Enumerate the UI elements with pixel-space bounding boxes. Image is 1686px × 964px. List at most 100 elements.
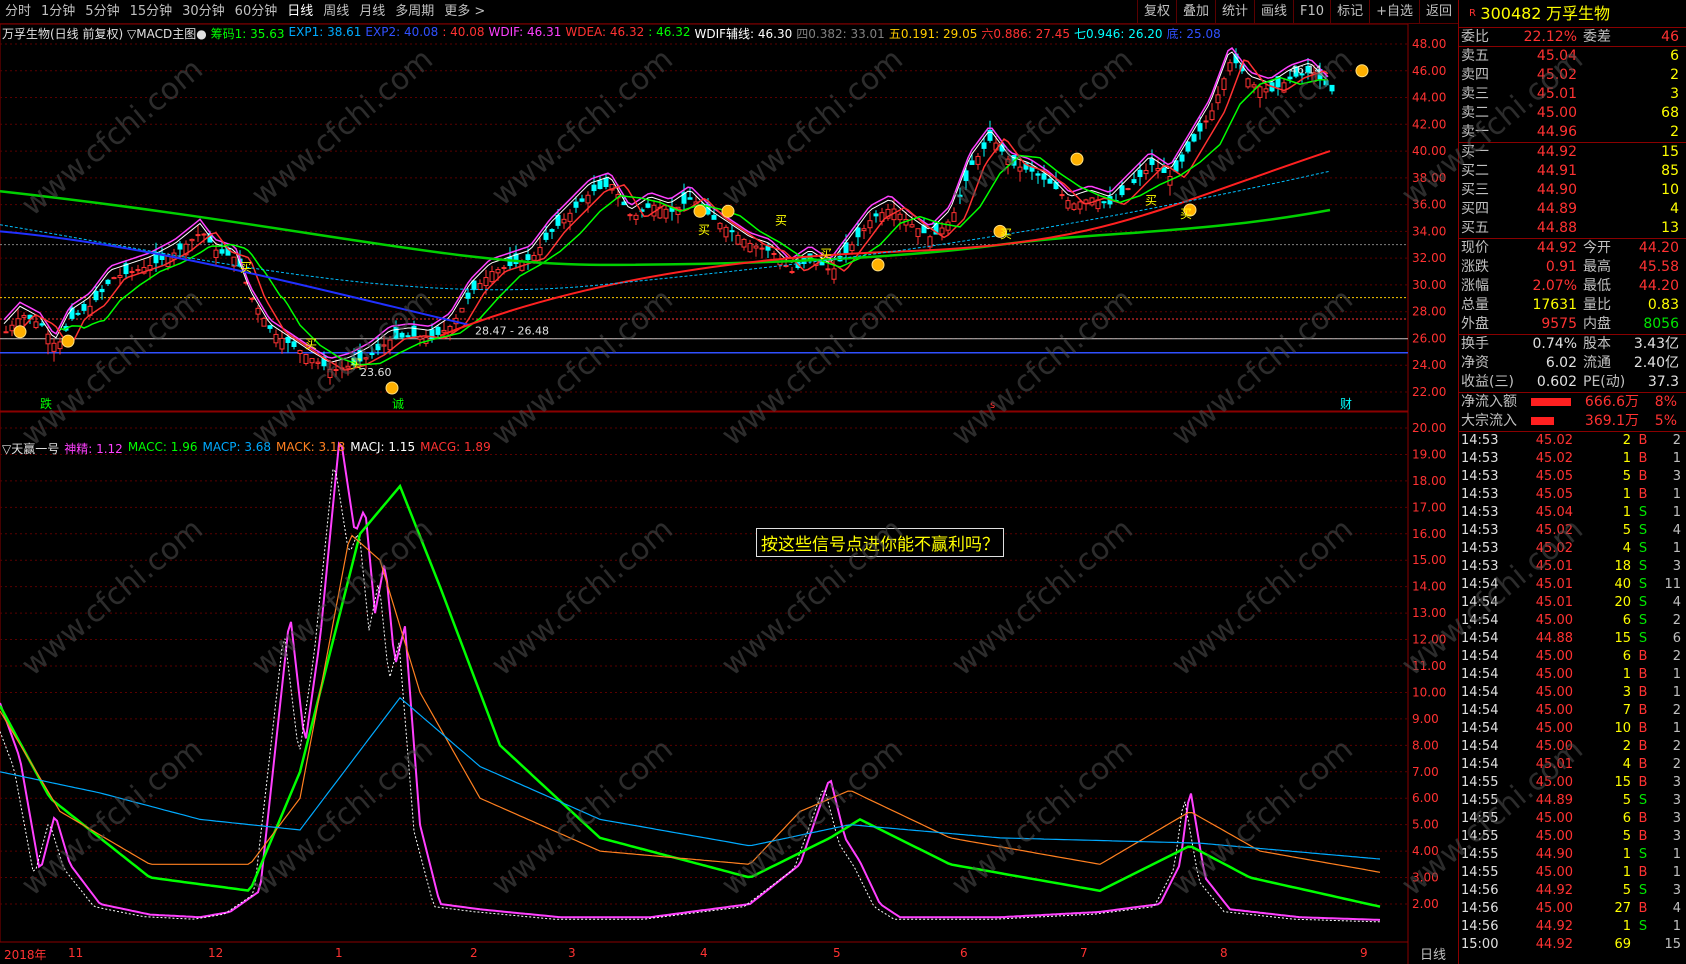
candle-body: [1101, 201, 1107, 204]
candle-body: [543, 232, 549, 240]
tick-list[interactable]: 14:53 45.02 2 B 2 14:53 45.02 1 B 1 14:53 45.05 5 B 3 1…: [1459, 432, 1686, 954]
candle-body: [219, 249, 225, 254]
tick-time: 14:53: [1461, 433, 1499, 448]
candle-body: [1041, 173, 1047, 180]
candle-body: [1287, 76, 1293, 80]
candle-body: [531, 254, 537, 261]
toolbar-button-7[interactable]: 返回: [1418, 0, 1458, 24]
tick-time: 14:54: [1461, 613, 1499, 628]
bids-label: 买四: [1461, 201, 1489, 217]
signal-dot[interactable]: [385, 381, 399, 395]
toolbar-button-2[interactable]: 统计: [1215, 0, 1254, 24]
period-tab-3[interactable]: 15分钟: [125, 0, 178, 24]
signal-dot[interactable]: [693, 204, 707, 218]
candle-body: [327, 368, 333, 379]
tick-volume: 6: [1622, 811, 1631, 826]
asks-volume: 2: [1670, 67, 1679, 83]
period-tab-6[interactable]: 日线: [282, 0, 318, 24]
asks-label: 卖二: [1461, 105, 1489, 121]
candle-body: [627, 214, 633, 217]
upper-axis-tick: 34.00: [1412, 224, 1446, 238]
candle-body: [981, 142, 987, 149]
upper-legend-title[interactable]: 万孚生物(日线 前复权) ▽MACD主图●: [2, 25, 207, 41]
period-tab-10[interactable]: 更多 >: [439, 0, 490, 24]
tick-price: 45.00: [1535, 739, 1573, 754]
candle-body: [573, 201, 579, 208]
candle-body: [975, 155, 981, 165]
upper-legend-item: WDEA: 46.32: [565, 25, 645, 39]
tick-count: 3: [1672, 793, 1681, 808]
tick-time: 14:53: [1461, 541, 1499, 556]
stat2-label: 流通: [1583, 355, 1611, 371]
tick-row: 14:56 44.92 1 S 1: [1459, 918, 1686, 936]
candle-body: [375, 343, 381, 351]
period-tab-4[interactable]: 30分钟: [177, 0, 230, 24]
period-tab-1[interactable]: 1分钟: [36, 0, 80, 24]
period-tab-9[interactable]: 多周期: [390, 0, 439, 24]
toolbar-button-6[interactable]: +自选: [1369, 0, 1419, 24]
toolbar-button-5[interactable]: 标记: [1330, 0, 1369, 24]
tick-side: S: [1638, 919, 1648, 934]
date-tick: 5: [833, 946, 841, 960]
tick-count: 1: [1672, 487, 1681, 502]
tick-price: 45.02: [1535, 541, 1573, 556]
signal-dot[interactable]: [13, 325, 27, 339]
asks-row: 卖一 44.96 2: [1459, 123, 1686, 142]
bids-volume: 15: [1661, 144, 1679, 160]
toolbar-button-1[interactable]: 叠加: [1175, 0, 1215, 24]
tick-volume: 4: [1622, 541, 1631, 556]
event-marker-small[interactable]: s: [990, 400, 995, 411]
tick-price: 45.02: [1535, 451, 1573, 466]
app-window: 分时 1分钟 5分钟 15分钟 30分钟 60分钟 日线 周线 月线 多周期 更多 > 复权 叠加 统计…: [0, 0, 1686, 964]
tick-volume: 10: [1614, 721, 1631, 736]
candle-body: [93, 290, 99, 301]
tick-count: 3: [1672, 883, 1681, 898]
tick-count: 1: [1672, 667, 1681, 682]
lower-axis-tick: 20.00: [1412, 421, 1446, 435]
event-marker[interactable]: 跌: [40, 396, 52, 411]
tick-row: 14:53 45.05 5 B 3: [1459, 468, 1686, 486]
tick-volume: 6: [1622, 649, 1631, 664]
period-tab-8[interactable]: 月线: [354, 0, 390, 24]
tick-side: S: [1638, 577, 1648, 592]
event-marker[interactable]: 诚: [392, 397, 404, 411]
candle-body: [285, 336, 291, 343]
signal-dot[interactable]: [1355, 64, 1369, 78]
signal-dot[interactable]: [871, 258, 885, 272]
tick-time: 14:54: [1461, 703, 1499, 718]
period-tab-2[interactable]: 5分钟: [80, 0, 124, 24]
signal-dot[interactable]: [721, 204, 735, 218]
candle-body: [1209, 110, 1215, 121]
toolbar-button-3[interactable]: 画线: [1254, 0, 1293, 24]
tick-price: 44.89: [1535, 793, 1573, 808]
candle-body: [105, 279, 111, 285]
signal-dot[interactable]: [1070, 152, 1084, 166]
toolbar-button-0[interactable]: 复权: [1136, 0, 1176, 24]
bids-row: 买二 44.91 85: [1459, 162, 1686, 181]
candle-body: [867, 220, 873, 229]
stat2-label: 换手: [1461, 336, 1489, 352]
toolbar-button-4[interactable]: F10: [1293, 0, 1330, 24]
stat-value: 17631: [1532, 297, 1577, 313]
tick-side: B: [1638, 775, 1648, 790]
period-tab-5[interactable]: 60分钟: [230, 0, 283, 24]
stat-label: 涨幅: [1461, 278, 1489, 294]
chart-area[interactable]: 48.00 46.00 44.00 42.00 40.00 38.00 36.00 34.00…: [0, 23, 1458, 964]
candle-body: [741, 238, 747, 248]
event-marker[interactable]: 财: [1340, 397, 1352, 411]
tick-row: 14:56 45.00 27 B 4: [1459, 900, 1686, 918]
tick-count: 3: [1672, 829, 1681, 844]
upper-axis-tick: 48.00: [1412, 37, 1446, 51]
signal-dot[interactable]: [61, 334, 75, 348]
asks-volume: 2: [1670, 124, 1679, 140]
period-tab-0[interactable]: 分时: [0, 0, 36, 24]
kline-chart-svg[interactable]: 48.0046.0044.0042.0040.0038.0036.0034.00…: [0, 23, 1458, 964]
mack-line: [0, 534, 1381, 873]
lower-legend-title[interactable]: ▽天赢一号: [2, 440, 59, 457]
tick-volume: 7: [1622, 703, 1631, 718]
period-tab-7[interactable]: 周线: [318, 0, 354, 24]
quote-stats: 现价 44.92 今开 44.20 涨跌 0.91 最高 45.58 涨幅 2.07% 最低 44.2…: [1459, 239, 1686, 335]
candle-body: [723, 226, 729, 238]
